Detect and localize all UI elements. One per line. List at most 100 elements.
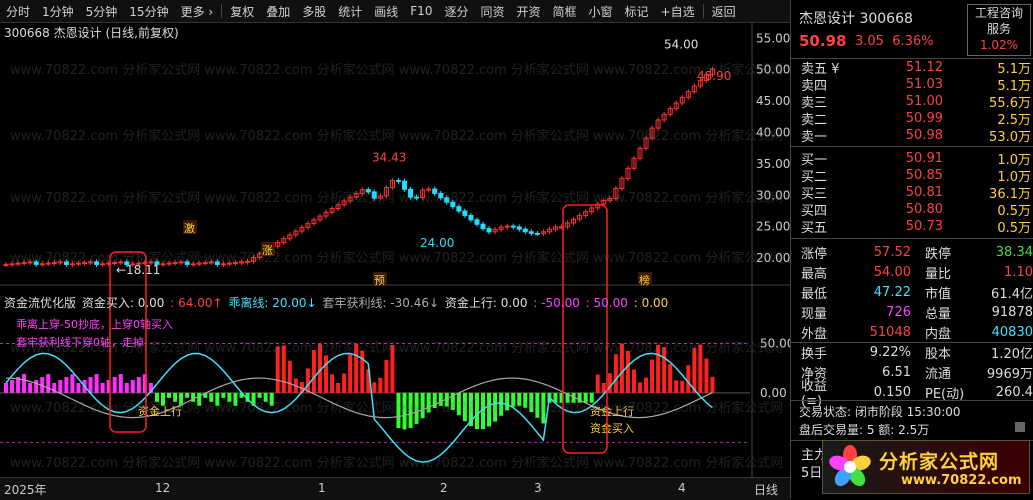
ind-bar (330, 374, 335, 393)
lock-icon[interactable] (1015, 422, 1025, 432)
time-tick-6: 日线 (754, 483, 779, 497)
chart-toolbar: 分时 1分钟 5分钟 15分钟 更多 › 复权 叠加 多股 统计 画线 F10 逐分 同资 开资 简框 小窗标… (0, 0, 790, 23)
quote-title: 杰恩设计 300668 (799, 11, 913, 27)
trade-status: 交易状态: 闭市阶段 15:30:00 (799, 405, 961, 419)
sell-orders: 卖五 ¥51.12 5.1万 卖四 51.03 5.1万 卖三 51.00 55.6万 卖二 50… (791, 59, 1033, 145)
toolbar-item-4[interactable]: 更多 › (175, 3, 220, 20)
site-logo: 分析家公式网 www.70822.com (822, 440, 1030, 494)
ob-price: 50.98 (905, 128, 943, 143)
time-tick-2: 1 (318, 481, 326, 495)
toolbar-item-7[interactable]: 多股 (296, 3, 332, 20)
ob-volume: 53.0万 (989, 130, 1031, 145)
ob-price: 50.80 (905, 202, 943, 217)
note-1: 乖离上穿-50抄底，上穿0轴买入 (16, 317, 173, 331)
watermark-3: www.70822.com 分析家公式网 www.70822.com 分析家公式… (10, 250, 783, 266)
ind-bar (631, 369, 636, 393)
toolbar-item-15[interactable]: 小窗 (583, 3, 619, 20)
toolbar-item-14[interactable]: 简框 (547, 3, 583, 20)
sells-row[interactable]: 卖五 ¥51.12 5.1万 (791, 59, 1033, 77)
ind-bar (680, 380, 685, 393)
buys-row[interactable]: 买二 50.85 1.0万 (791, 167, 1033, 185)
toolbar-item-18[interactable]: 返回 (706, 3, 742, 20)
stat-row: 外盘 51048 内盘 40830 (801, 324, 1033, 342)
toolbar-item-2[interactable]: 5分钟 (80, 3, 124, 20)
quote-stats: 涨停 57.52 跌停 38.34 最高 54.00 量比 1.10 最低 47.22 市值 61.4… (791, 242, 1033, 342)
toolbar-item-5[interactable]: 复权 (224, 3, 260, 20)
chart-header: 300668 杰恩设计 (日线,前复权) (4, 24, 179, 41)
ind-bar (112, 377, 117, 393)
buys-row[interactable]: 买一 50.91 1.0万 (791, 150, 1033, 168)
ind-bar (638, 382, 643, 393)
ind-bar (305, 368, 310, 393)
logo-text: 分析家公式网 (879, 451, 1000, 473)
ind-bar (118, 374, 123, 393)
ind-bar (22, 374, 27, 393)
marker-2: 预 (374, 274, 385, 287)
time-tick-0: 2025年 (4, 483, 47, 497)
chart-mode: (日线,前复权) (105, 26, 179, 40)
ind-bar (595, 374, 600, 393)
stat-row-2: 换手 9.22% 股本 1.20亿 (801, 344, 1033, 362)
indicator-f3: 乖离线: 20.00↓ (228, 296, 317, 310)
ind-bar (130, 380, 135, 393)
ind-bar (674, 380, 679, 393)
sells-row[interactable]: 卖一 50.98 53.0万 (791, 127, 1033, 145)
candle-body (486, 228, 492, 233)
ind-bar (342, 373, 347, 393)
ind-bar (34, 380, 39, 393)
ind-bar (10, 380, 15, 393)
candle-body (528, 231, 534, 234)
ind-bar (710, 376, 715, 393)
candle-body (3, 263, 9, 266)
marker-3: 榜 (639, 273, 650, 287)
toolbar-item-11[interactable]: 逐分 (438, 3, 474, 20)
ind-bar (70, 374, 75, 393)
indicator-name[interactable]: 资金流优化版 (4, 296, 76, 310)
stat-row: 涨停 57.52 跌停 38.34 (801, 244, 1033, 262)
indicator-f2: : 64.00↑ (170, 296, 223, 310)
buys-row[interactable]: 买三 50.81 36.1万 (791, 184, 1033, 202)
ind-bar (58, 380, 63, 393)
toolbar-item-17[interactable]: +自选 (655, 3, 701, 20)
watermark-1: www.70822.com 分析家公式网 www.70822.com 分析家公式… (10, 128, 783, 144)
buys-row[interactable]: 买五 50.73 0.5万 (791, 218, 1033, 236)
ind-bar (336, 382, 341, 393)
buys-row[interactable]: 买四 50.80 0.5万 (791, 201, 1033, 219)
candle-body (534, 232, 540, 235)
ind-bar (686, 365, 691, 393)
indicator-f5: 资金上行: 0.00 (444, 296, 528, 310)
ind-bar (94, 374, 99, 393)
sells-row[interactable]: 卖二 50.99 2.5万 (791, 110, 1033, 128)
toolbar-item-10[interactable]: F10 (404, 4, 438, 18)
ob-price: 50.85 (905, 168, 943, 183)
watermark-2: www.70822.com 分析家公式网 www.70822.com 分析家公式… (10, 190, 783, 206)
toolbar-item-3[interactable]: 15分钟 (123, 3, 174, 20)
toolbar-item-0[interactable]: 分时 (0, 3, 36, 20)
indicator-f1: 资金买入: 0.00 (81, 296, 165, 310)
toolbar-item-8[interactable]: 统计 (332, 3, 368, 20)
toolbar-item-16[interactable]: 标记 (619, 3, 655, 20)
ind-bar (257, 392, 262, 398)
stat-row: 最低 47.22 市值 61.4亿 (801, 284, 1033, 302)
ob-price: 50.91 (905, 151, 943, 166)
kline-chart[interactable]: 55.0050.0045.0040.0035.0030.0025.0020.00… (0, 22, 790, 477)
ind-bar (64, 377, 69, 393)
toolbar-item-9[interactable]: 画线 (368, 3, 404, 20)
candle-body (516, 226, 522, 230)
ob-price: 50.99 (905, 111, 943, 126)
logo-url: www.70822.com (901, 473, 1022, 488)
toolbar-item-12[interactable]: 同资 (474, 3, 510, 20)
toolbar-item-1[interactable]: 1分钟 (36, 3, 80, 20)
toolbar-item-6[interactable]: 叠加 (260, 3, 296, 20)
toolbar-item-13[interactable]: 开资 (510, 3, 546, 20)
ind-bar (360, 350, 365, 393)
ind-bar (348, 354, 353, 393)
badge-line1: 工程咨询 (974, 6, 1023, 20)
stat-row: 现量 726 总量 91878 (801, 304, 1033, 322)
label-peak: 54.00 (664, 38, 698, 52)
ob-volume: 0.5万 (997, 221, 1031, 236)
sells-row[interactable]: 卖四 51.03 5.1万 (791, 76, 1033, 94)
ind-bar (88, 377, 93, 393)
sells-row[interactable]: 卖三 51.00 55.6万 (791, 93, 1033, 111)
industry-badge[interactable]: 工程咨询 服务 1.02% (967, 4, 1031, 56)
